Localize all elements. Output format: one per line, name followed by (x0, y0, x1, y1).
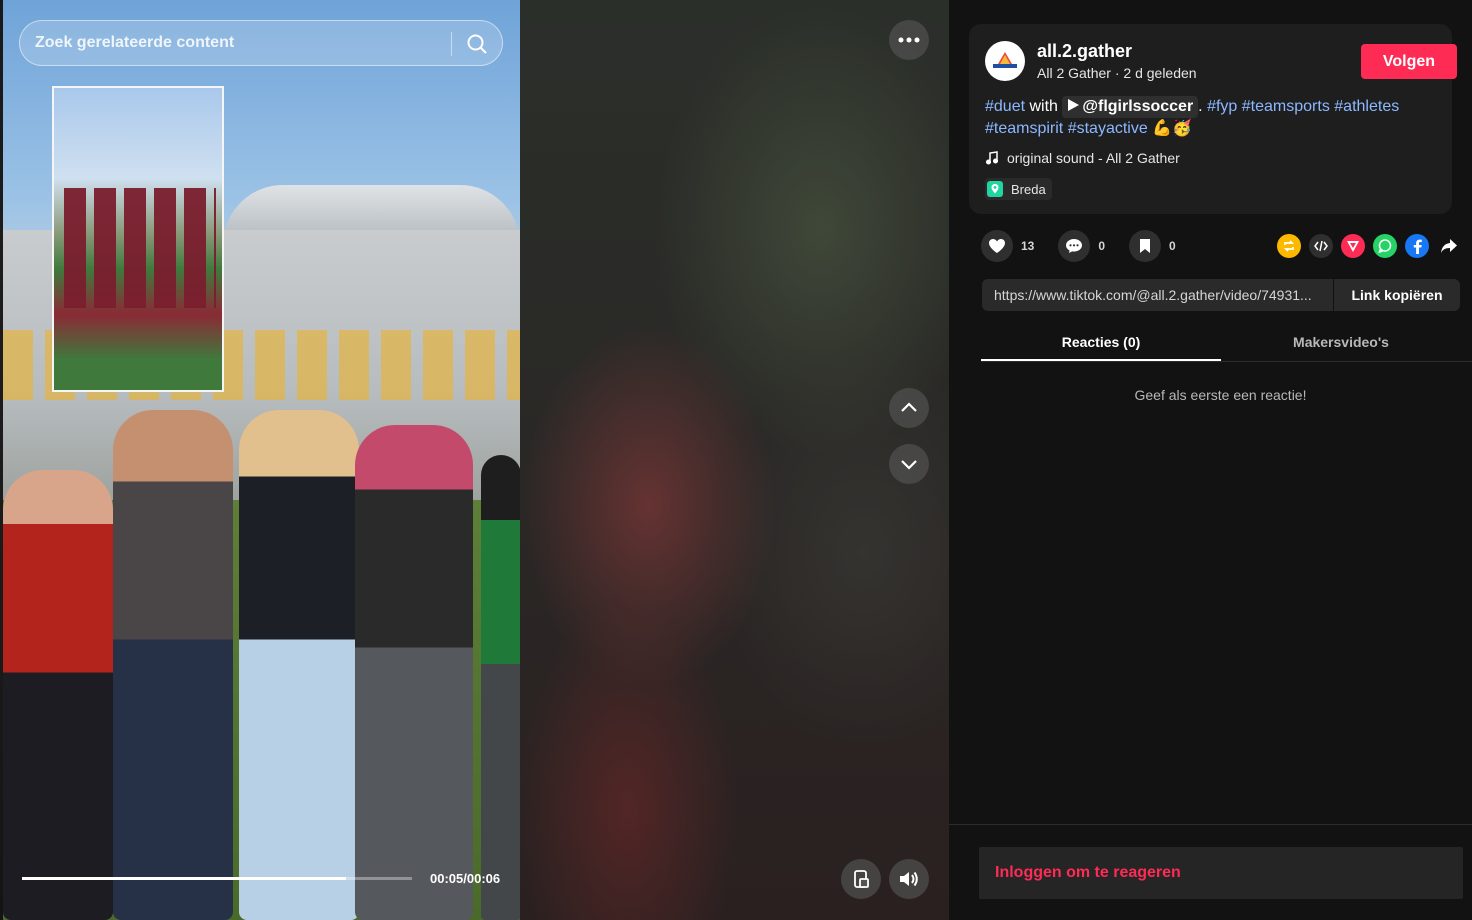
send-to-friends-button[interactable] (1341, 234, 1365, 258)
bookmark-icon (1140, 239, 1151, 253)
send-icon (1347, 241, 1359, 252)
share-arrow-icon (1441, 239, 1457, 253)
previous-video-button[interactable] (889, 388, 929, 428)
pip-icon (854, 870, 869, 888)
video-link-url[interactable]: https://www.tiktok.com/@all.2.gather/vid… (994, 287, 1330, 303)
repost-button[interactable] (1277, 234, 1301, 258)
video-zone: 00:05/00:06 Zoek gerelateerde content (0, 0, 949, 920)
embed-icon (1314, 240, 1328, 252)
volume-icon (900, 871, 918, 887)
save-action[interactable]: 0 (1129, 230, 1176, 262)
caption-with: with (1029, 98, 1058, 115)
more-share-button[interactable] (1437, 234, 1461, 258)
video-person (481, 455, 520, 920)
chevron-up-icon (901, 402, 917, 412)
tab-comments[interactable]: Reacties (0) (981, 334, 1221, 350)
picture-in-picture-button[interactable] (841, 859, 881, 899)
copy-link-button[interactable]: Link kopiëren (1333, 279, 1460, 311)
comment-footer: Inloggen om te reageren (949, 824, 1472, 920)
hashtag-teamspirit[interactable]: #teamspirit (985, 120, 1063, 137)
video-caption: #duet with @flgirlssoccer. #fyp #teamspo… (985, 96, 1445, 140)
action-bar: 13 0 0 (981, 229, 1200, 263)
tab-creator-videos[interactable]: Makersvideo's (1221, 334, 1461, 350)
video-link-box: https://www.tiktok.com/@all.2.gather/vid… (982, 279, 1460, 311)
like-count: 13 (1021, 239, 1035, 253)
progress-time: 00:05/00:06 (430, 871, 501, 886)
avatar[interactable] (985, 41, 1025, 81)
video-person (355, 425, 473, 920)
comment-icon (1066, 239, 1083, 253)
blurred-backdrop (520, 0, 949, 920)
more-icon (898, 37, 920, 43)
sound-label: original sound - All 2 Gather (1007, 150, 1180, 166)
tab-active-indicator (981, 359, 1221, 361)
subline-separator: · (1114, 65, 1120, 81)
search-icon[interactable] (465, 32, 489, 56)
hashtag-teamsports[interactable]: #teamsports (1242, 98, 1330, 115)
search-bar[interactable]: Zoek gerelateerde content (19, 20, 503, 66)
music-note-icon (985, 151, 999, 165)
progress-fill (22, 877, 346, 880)
hashtag-athletes[interactable]: #athletes (1334, 98, 1399, 115)
video-person (3, 470, 113, 920)
whatsapp-icon (1378, 239, 1392, 254)
chevron-down-icon (901, 460, 917, 470)
follow-button[interactable]: Volgen (1361, 44, 1457, 79)
mention-label: @flgirlssoccer (1082, 98, 1194, 115)
hashtag-stayactive[interactable]: #stayactive (1068, 120, 1148, 137)
search-divider (451, 32, 452, 56)
video-person (239, 410, 359, 920)
author-subline: All 2 Gather · 2 d geleden (1037, 65, 1197, 81)
comment-action[interactable]: 0 (1058, 230, 1105, 262)
video-person (113, 410, 233, 920)
duet-inset-video (52, 86, 224, 392)
video-info-card: all.2.gather All 2 Gather · 2 d geleden … (969, 24, 1457, 214)
login-to-comment-label: Inloggen om te reageren (995, 864, 1181, 881)
hashtag-fyp[interactable]: #fyp (1207, 98, 1237, 115)
like-button[interactable] (981, 230, 1013, 262)
caption-emojis: 💪🥳 (1152, 120, 1193, 137)
whatsapp-share-button[interactable] (1373, 234, 1397, 258)
comment-button[interactable] (1058, 230, 1091, 262)
tiktok-video-page: 00:05/00:06 Zoek gerelateerde content al… (0, 0, 1472, 920)
caption-dot: . (1198, 98, 1203, 115)
search-input[interactable]: Zoek gerelateerde content (35, 34, 234, 52)
location-pin-icon (987, 181, 1003, 197)
next-video-button[interactable] (889, 444, 929, 484)
author-username[interactable]: all.2.gather (1037, 41, 1132, 62)
like-action[interactable]: 13 (981, 230, 1034, 262)
location-chip[interactable]: Breda (985, 178, 1052, 200)
comments-empty-state: Geef als eerste een reactie! (1134, 387, 1307, 403)
facebook-share-button[interactable] (1405, 234, 1429, 258)
progress-bar[interactable] (22, 877, 412, 880)
repost-icon (1283, 240, 1295, 252)
video-player[interactable]: 00:05/00:06 (3, 0, 520, 920)
location-label: Breda (1011, 181, 1046, 197)
volume-button[interactable] (889, 859, 929, 899)
comment-tabs: Reacties (0) Makersvideo's (981, 322, 1472, 362)
more-options-button[interactable] (889, 20, 929, 60)
embed-button[interactable] (1309, 234, 1333, 258)
comment-count: 0 (1098, 239, 1106, 253)
mention-chip[interactable]: @flgirlssoccer (1062, 96, 1199, 118)
duet-inset-players (64, 188, 216, 308)
sound-link[interactable]: original sound - All 2 Gather (985, 150, 1180, 166)
post-date: 2 d geleden (1123, 65, 1197, 81)
all2gather-logo-icon (993, 52, 1017, 68)
hashtag-duet[interactable]: #duet (985, 98, 1025, 115)
facebook-icon (1413, 239, 1422, 254)
details-panel: all.2.gather All 2 Gather · 2 d geleden … (949, 0, 1472, 920)
author-display-name[interactable]: All 2 Gather (1037, 65, 1111, 81)
login-to-comment-button[interactable]: Inloggen om te reageren (979, 847, 1463, 899)
bookmark-button[interactable] (1129, 230, 1162, 262)
heart-icon (989, 239, 1005, 253)
play-icon (1068, 99, 1080, 111)
save-count: 0 (1169, 239, 1176, 253)
